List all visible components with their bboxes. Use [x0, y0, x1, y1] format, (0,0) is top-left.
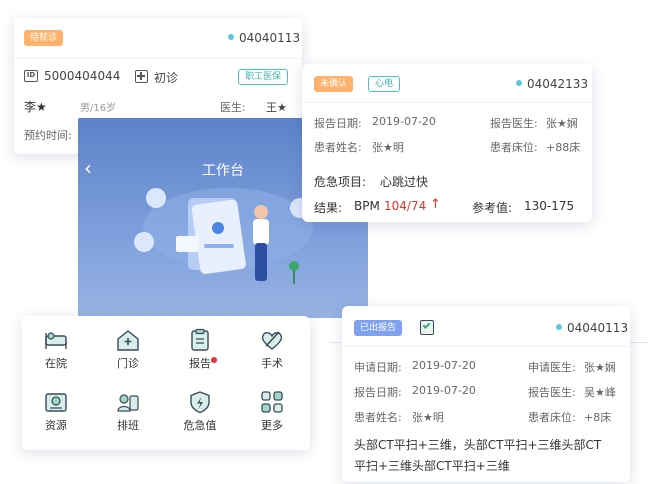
clinic-house-icon [117, 330, 139, 351]
status-tag-report-issued: 已出报告 [354, 320, 403, 336]
grid-label: 手术 [261, 357, 283, 370]
divider [302, 102, 592, 103]
bed-label: 患者床位: [528, 411, 576, 424]
report-date: 2019-07-20 [372, 115, 436, 128]
status-tag-waiting: 待就诊 [24, 30, 64, 46]
report-date-label: 报告日期: [354, 386, 402, 399]
result-label: 结果: [314, 201, 343, 215]
report-doctor: 吴★峰 [584, 386, 616, 399]
grid-label: 危急值 [183, 419, 217, 432]
float-bubble-1 [146, 188, 166, 208]
ecg-type-tag: 心电 [368, 76, 401, 92]
mini-chart-card [176, 236, 198, 252]
apply-date: 2019-07-20 [412, 359, 476, 372]
grid-item-resource[interactable]: 资源 [24, 390, 88, 433]
grid-item-more[interactable]: 更多 [240, 390, 304, 433]
tablet-dot [212, 222, 224, 234]
tablet-screen [191, 199, 246, 275]
report-date-label: 报告日期: [314, 117, 362, 130]
gender-age: 男/16岁 [80, 103, 117, 114]
grid-item-critical[interactable]: 危急值 [168, 390, 232, 433]
grid-label: 排班 [117, 419, 139, 432]
grid-item-report[interactable]: 报告 [168, 328, 232, 371]
surgery-heart-icon [261, 331, 283, 350]
doctor-name: 王★ [266, 101, 287, 114]
patient-name-label: 患者姓名: [354, 411, 402, 424]
tablet-line [204, 244, 234, 248]
status-tag-unconfirmed: 未确认 [314, 76, 354, 92]
critical-shield-icon [190, 391, 210, 414]
bed-number: +8床 [584, 411, 612, 424]
critical-item: 心跳过快 [380, 175, 429, 189]
reference-label: 参考值: [472, 201, 513, 215]
critical-alert-card[interactable]: 未确认 心电 04042133 报告日期: 2019-07-20 报告医生: 张… [302, 64, 592, 222]
divider [342, 346, 630, 347]
function-grid: 在院 门诊 报告 手术 资源 排班 危急值 更多 [22, 316, 310, 450]
plant-leaf [289, 261, 299, 271]
person-body [253, 219, 269, 245]
grid-label: 在院 [45, 357, 67, 370]
patient-id: 04040113 [556, 321, 628, 335]
insurance-tag: 职工医保 [238, 69, 289, 85]
float-bubble-2 [134, 232, 154, 252]
hospital-bed-icon [45, 332, 67, 349]
id-card-icon: ID [24, 70, 38, 82]
report-date: 2019-07-20 [412, 384, 476, 397]
exam-items-line-2: 平扫+三维头部CT平扫+三维 [354, 459, 510, 473]
patient-id: 04040113 [228, 31, 300, 45]
grid-label: 门诊 [117, 357, 139, 370]
visit-type-icon [135, 70, 148, 83]
grid-item-inpatient[interactable]: 在院 [24, 328, 88, 371]
grid-label: 报告 [189, 357, 211, 370]
grid-item-surgery[interactable]: 手术 [240, 328, 304, 371]
resource-icon [45, 393, 67, 412]
bed-label: 患者床位: [490, 141, 538, 154]
report-badge-dot [211, 357, 217, 363]
visit-type: 初诊 [154, 71, 179, 85]
patient-id: 04042133 [516, 77, 588, 91]
exam-items-line-1: 头部CT平扫+三维，头部CT平扫+三维头部CT [354, 438, 602, 452]
person-head [254, 205, 268, 219]
apply-date-label: 申请日期: [354, 361, 402, 374]
grid-label: 资源 [45, 419, 67, 432]
patient-name: 李★ [24, 100, 47, 114]
report-doctor-label: 报告医生: [528, 386, 576, 399]
divider [14, 58, 302, 59]
report-doctor: 张★娴 [546, 117, 578, 130]
apply-doctor: 张★娴 [584, 361, 616, 374]
record-number: 5000404044 [44, 69, 121, 83]
grid-item-outpatient[interactable]: 门诊 [96, 328, 160, 371]
person-legs [255, 243, 267, 281]
report-doctor-label: 报告医生: [490, 117, 538, 130]
result-name: BPM [354, 199, 380, 213]
reference-value: 130-175 [524, 199, 575, 213]
appointment-label: 预约时间: [24, 129, 72, 142]
critical-item-label: 危急项目: [314, 175, 367, 189]
result-up-arrow-icon: ↑ [430, 197, 441, 212]
patient-name: 张★明 [412, 411, 444, 424]
report-clipboard-icon [191, 328, 209, 351]
grid-label: 更多 [261, 419, 283, 432]
doctor-label: 医生: [220, 101, 246, 114]
report-card[interactable]: 已出报告 04040113 申请日期: 2019-07-20 申请医生: 张★娴… [342, 306, 630, 482]
more-grid-icon [261, 391, 283, 413]
patient-name-label: 患者姓名: [314, 141, 362, 154]
result-value: 104/74 [384, 199, 427, 213]
bed-number: +88床 [546, 141, 581, 154]
schedule-icon [117, 394, 139, 412]
patient-name: 张★明 [372, 141, 404, 154]
checklist-icon [420, 320, 434, 335]
grid-item-schedule[interactable]: 排班 [96, 390, 160, 433]
apply-doctor-label: 申请医生: [528, 361, 576, 374]
